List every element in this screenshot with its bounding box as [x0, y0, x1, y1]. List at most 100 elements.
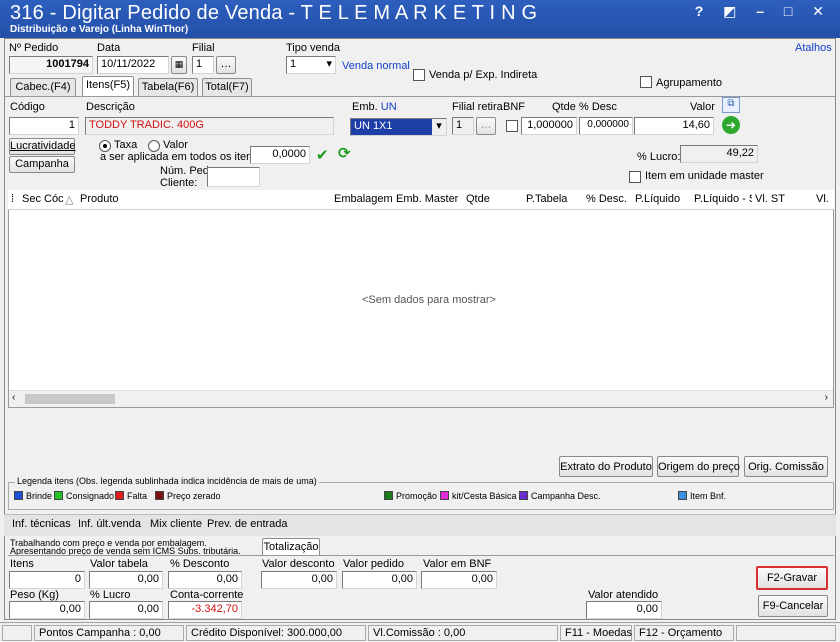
status-moedas[interactable]: F11 - Moedas	[560, 625, 632, 641]
horizontal-scrollbar[interactable]: ‹ ›	[9, 390, 833, 407]
orig-comissao-button[interactable]: Orig. Comissão	[744, 456, 828, 477]
item-master-label: Item em unidade master	[645, 170, 764, 182]
item-master-checkbox[interactable]	[629, 171, 641, 183]
gravar-button[interactable]: F2-Gravar	[756, 566, 828, 590]
venda-exp-checkbox[interactable]	[413, 69, 425, 81]
legend-label: Brinde	[26, 491, 53, 501]
lucro-label: % Lucro:	[637, 151, 681, 163]
col-p-liquido[interactable]: P.Líquido	[635, 193, 691, 205]
check-icon[interactable]: ✔	[316, 146, 329, 164]
legend-swatch	[440, 491, 449, 500]
valor-field[interactable]: 14,60	[634, 117, 714, 135]
status-orcamento[interactable]: F12 - Orçamento	[634, 625, 734, 641]
legend-label: Falta	[127, 491, 148, 501]
valor-label: Valor	[690, 101, 715, 113]
campanha-button[interactable]: Campanha	[9, 156, 75, 173]
num-pedido-label: Nº Pedido	[9, 42, 59, 54]
scroll-thumb[interactable]	[25, 394, 115, 404]
col-emb-master[interactable]: Emb. Master	[396, 193, 462, 205]
desc-label: % Desc	[579, 101, 617, 113]
emb-un-label: UN	[380, 101, 397, 113]
sort-icon: △	[65, 194, 74, 206]
col-cod[interactable]: Cóc	[44, 193, 64, 205]
valor-bnf-label: Valor em BNF	[423, 558, 492, 570]
legend-label: Promoção	[396, 491, 438, 501]
valor-bnf-field: 0,00	[421, 571, 497, 589]
tab-prev-entrada[interactable]: Prev. de entrada	[207, 518, 288, 530]
filial-retira-label: Filial retira	[452, 101, 503, 113]
legend-preco-zerado: Preço zerado	[155, 491, 221, 501]
lucro-field: 49,22	[680, 145, 758, 163]
emb-label: Emb. UN	[352, 101, 397, 113]
refresh-icon[interactable]: ⟳	[338, 144, 351, 162]
column-selector-icon[interactable]: ⁞	[11, 193, 14, 205]
descricao-field[interactable]: TODDY TRADIC. 400G	[85, 117, 334, 135]
legend-label: kit/Cesta Básica	[452, 491, 517, 501]
extrato-produto-button[interactable]: Extrato do Produto	[559, 456, 653, 477]
num-pedido-field[interactable]: 1001794	[9, 56, 93, 74]
scroll-right-icon[interactable]: ›	[825, 392, 828, 403]
tab-total[interactable]: Total(F7)	[202, 78, 252, 96]
tab-itens[interactable]: Itens(F5)	[82, 76, 134, 96]
legend-swatch	[115, 491, 124, 500]
qtde-field[interactable]: 1,000000	[521, 117, 577, 135]
embalagem-select[interactable]: UN 1X1 ▾	[350, 118, 447, 136]
tab-mix-cliente[interactable]: Mix cliente	[150, 518, 202, 530]
desc-field[interactable]: 0,000000	[579, 117, 633, 135]
legend-consignado: Consignado	[54, 491, 114, 501]
col-desc[interactable]: % Desc.	[586, 193, 634, 205]
status-empty	[2, 625, 32, 641]
tab-tabela[interactable]: Tabela(F6)	[138, 78, 198, 96]
tipo-venda-label: Tipo venda	[286, 42, 341, 54]
legend-label: Preço zerado	[167, 491, 221, 501]
bnf-checkbox[interactable]	[506, 120, 518, 132]
col-sec[interactable]: Sec	[22, 193, 44, 205]
tab-inf-tecnicas[interactable]: Inf. técnicas	[12, 518, 71, 530]
grid-header: ⁞ Sec Cóc △ Produto Embalagem Emb. Maste…	[8, 190, 834, 210]
cliente-label: Cliente:	[160, 177, 198, 189]
legend-item-bnf: Item Bnf.	[678, 491, 726, 501]
scroll-left-icon[interactable]: ‹	[12, 392, 15, 403]
codigo-field[interactable]: 1	[9, 117, 79, 135]
origem-preco-button[interactable]: Origem do preço	[657, 456, 740, 477]
valor-radio-label: Valor	[163, 139, 188, 151]
col-produto[interactable]: Produto	[80, 193, 330, 205]
col-vl[interactable]: Vl.	[816, 193, 832, 205]
arrow-right-icon[interactable]: ➜	[722, 116, 740, 134]
filial-retira-field[interactable]: 1	[452, 117, 474, 135]
tipo-venda-value: 1	[290, 58, 297, 70]
col-embalagem[interactable]: Embalagem	[334, 193, 394, 205]
filial-retira-lookup-button[interactable]: …	[476, 117, 496, 135]
legend-brinde: Brinde	[14, 491, 52, 501]
tab-cabec[interactable]: Cabec.(F4)	[10, 78, 76, 96]
descricao-label: Descrição	[86, 101, 135, 113]
col-p-liquido-s[interactable]: P.Líquido - S	[694, 193, 752, 205]
peso-label: Peso (Kg)	[10, 589, 59, 601]
filial-lookup-button[interactable]: …	[216, 56, 236, 74]
copy-icon[interactable]: ⧉	[722, 97, 740, 113]
valor-atendido-label: Valor atendido	[588, 589, 659, 601]
tab-inf-ult-venda[interactable]: Inf. últ.venda	[78, 518, 141, 530]
legend-falta: Falta	[115, 491, 147, 501]
venda-exp-label: Venda p/ Exp. Indireta	[429, 69, 538, 81]
col-p-tabela[interactable]: P.Tabela	[526, 193, 584, 205]
lucratividade-button[interactable]: Lucratividade	[9, 138, 75, 155]
aplicada-label: a ser aplicada em todos os itens:	[100, 151, 261, 163]
status-credito: Crédito Disponível: 300.000,00	[186, 625, 366, 641]
window-controls[interactable]: ? ◩ – □ ✕	[695, 3, 832, 20]
cancelar-button[interactable]: F9-Cancelar	[758, 595, 828, 617]
calendar-icon[interactable]: ▦	[171, 56, 187, 74]
tipo-venda-select[interactable]: 1 ▾	[286, 56, 336, 74]
data-field[interactable]: 10/11/2022	[97, 56, 169, 74]
atalhos-link[interactable]: Atalhos	[795, 42, 832, 54]
col-qtde[interactable]: Qtde	[466, 193, 521, 205]
legend-label: Campanha Desc.	[531, 491, 601, 501]
col-vl-st[interactable]: Vl. ST	[755, 193, 811, 205]
agrupamento-checkbox[interactable]	[640, 76, 652, 88]
num-ped-cliente-field[interactable]	[207, 167, 260, 187]
filial-field[interactable]: 1	[192, 56, 214, 74]
legend-swatch	[54, 491, 63, 500]
grid-empty-text: <Sem dados para mostrar>	[362, 294, 496, 306]
aplicada-field[interactable]: 0,0000	[250, 146, 310, 164]
tab-totalizacao[interactable]: Totalização	[262, 538, 320, 556]
